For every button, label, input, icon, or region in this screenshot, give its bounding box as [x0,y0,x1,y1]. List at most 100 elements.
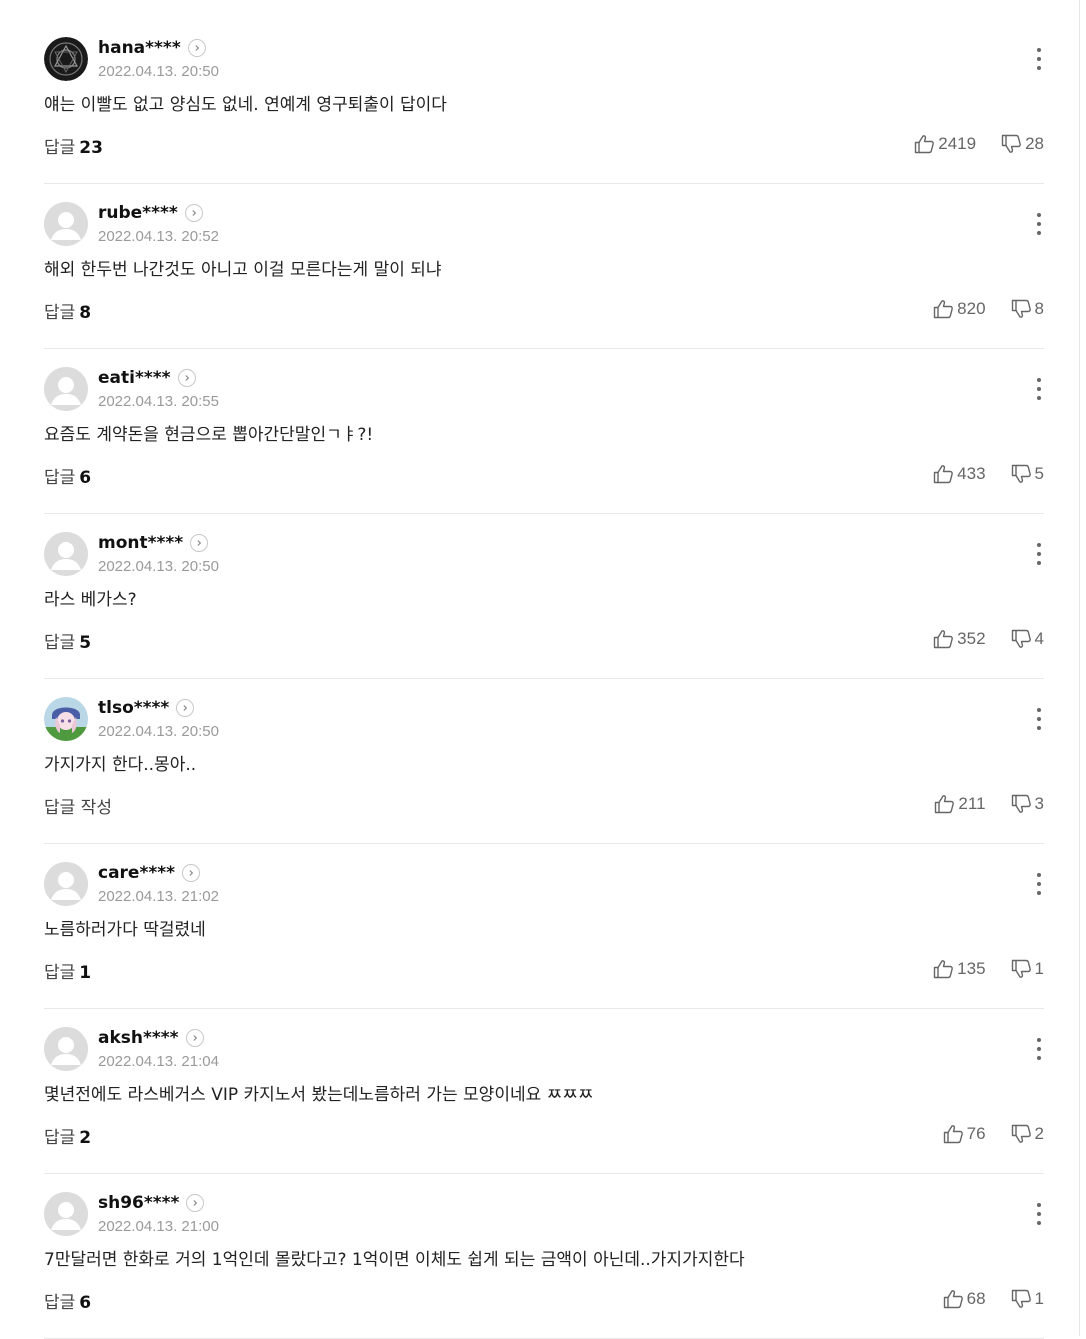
vote-group: 68 1 [943,1289,1044,1309]
dislike-button[interactable]: 5 [1011,464,1044,484]
like-button[interactable]: 135 [933,959,986,979]
more-vertical-icon[interactable] [1034,378,1044,400]
avatar[interactable] [44,1192,88,1236]
avatar[interactable] [44,1027,88,1071]
thumbs-down-icon [1001,134,1022,154]
avatar[interactable] [44,367,88,411]
like-count: 433 [957,464,986,483]
avatar[interactable] [44,202,88,246]
username[interactable]: aksh**** [98,1028,179,1048]
comment-item: rube**** 2022.04.13. 20:52 해외 한두번 나간것도 아… [44,185,1044,349]
more-vertical-icon[interactable] [1034,708,1044,730]
chevron-right-icon[interactable] [186,1194,205,1212]
reply-label: 답글 [44,468,76,488]
dislike-button[interactable]: 3 [1011,794,1044,814]
vote-group: 2419 28 [914,134,1044,154]
chevron-right-icon[interactable] [185,1029,204,1047]
reply-count: 2 [79,1128,92,1148]
dislike-button[interactable]: 1 [1011,959,1044,979]
reply-count: 23 [79,138,103,158]
like-button[interactable]: 211 [934,794,986,814]
username[interactable]: mont**** [98,533,183,553]
username[interactable]: rube**** [98,203,178,223]
vote-group: 135 1 [933,959,1044,979]
like-button[interactable]: 352 [933,629,986,649]
comment-text: 노름하러가다 딱걸렸네 [44,920,206,940]
more-vertical-icon[interactable] [1034,48,1044,70]
reply-button[interactable]: 답글 6 [44,463,91,488]
reply-button[interactable]: 답글 8 [44,298,91,323]
comment-item: hana**** 2022.04.13. 20:50 얘는 이빨도 없고 양심도… [44,20,1044,184]
comment-text: 가지가지 한다..몽아.. [44,755,197,775]
dislike-button[interactable]: 8 [1011,299,1044,319]
comment-timestamp: 2022.04.13. 20:55 [98,393,219,410]
username[interactable]: sh96**** [98,1193,179,1213]
dislike-button[interactable]: 1 [1011,1289,1044,1309]
reply-count: 5 [79,633,92,653]
reply-button[interactable]: 답글 작성 [44,793,116,818]
avatar[interactable] [44,697,88,741]
dislike-button[interactable]: 28 [1001,134,1044,154]
thumbs-up-icon [914,134,935,154]
username[interactable]: tlso**** [98,698,169,718]
reply-count: 1 [79,963,92,983]
reply-button[interactable]: 답글 6 [44,1288,91,1313]
chevron-right-icon[interactable] [190,534,209,552]
more-vertical-icon[interactable] [1034,1203,1044,1225]
comment-item: mont**** 2022.04.13. 20:50 라스 베가스? 답글 5 [44,515,1044,679]
like-button[interactable]: 433 [933,464,986,484]
chevron-right-icon[interactable] [182,864,201,882]
dislike-button[interactable]: 4 [1011,629,1044,649]
name-row: tlso**** [98,697,195,719]
username[interactable]: hana**** [98,38,181,58]
reply-label: 답글 [44,1128,76,1148]
more-vertical-icon[interactable] [1034,213,1044,235]
avatar[interactable] [44,532,88,576]
comment-timestamp: 2022.04.13. 20:50 [98,723,219,740]
thumbs-down-icon [1011,1289,1032,1309]
chevron-right-icon[interactable] [187,39,206,57]
name-row: care**** [98,862,201,884]
chevron-right-icon[interactable] [177,369,196,387]
thumbs-down-icon [1011,629,1032,649]
reply-button[interactable]: 답글 23 [44,133,103,158]
comment-timestamp: 2022.04.13. 21:02 [98,888,219,905]
reply-count: 6 [79,1293,92,1313]
more-vertical-icon[interactable] [1034,873,1044,895]
like-button[interactable]: 68 [943,1289,986,1309]
like-button[interactable]: 76 [943,1124,986,1144]
username[interactable]: eati**** [98,368,171,388]
thumbs-up-icon [934,794,955,814]
like-button[interactable]: 2419 [914,134,976,154]
default-avatar-icon [44,1027,88,1071]
thumbs-up-icon [943,1289,964,1309]
page-right-border [1079,0,1080,1336]
more-vertical-icon[interactable] [1034,543,1044,565]
comment-timestamp: 2022.04.13. 21:04 [98,1053,219,1070]
like-button[interactable]: 820 [933,299,986,319]
dislike-count: 1 [1034,1289,1044,1308]
reply-button[interactable]: 답글 2 [44,1123,91,1148]
more-vertical-icon[interactable] [1034,1038,1044,1060]
like-count: 2419 [938,134,977,153]
comment-text: 라스 베가스? [44,590,137,610]
reply-label: 답글 작성 [44,798,112,818]
comment-timestamp: 2022.04.13. 20:50 [98,63,219,80]
name-row: sh96**** [98,1192,205,1214]
username[interactable]: care**** [98,863,175,883]
reply-label: 답글 [44,963,76,983]
vote-group: 820 8 [933,299,1044,319]
vote-group: 211 3 [934,794,1044,814]
reply-button[interactable]: 답글 5 [44,628,91,653]
comment-item: eati**** 2022.04.13. 20:55 요즘도 계약돈을 현금으로… [44,350,1044,514]
reply-button[interactable]: 답글 1 [44,958,91,983]
chevron-right-icon[interactable] [184,204,203,222]
default-avatar-icon [44,367,88,411]
thumbs-up-icon [933,299,954,319]
avatar[interactable] [44,862,88,906]
avatar[interactable] [44,37,88,81]
chevron-right-icon[interactable] [176,699,195,717]
dislike-button[interactable]: 2 [1011,1124,1044,1144]
dislike-count: 8 [1034,299,1044,318]
default-avatar-icon [44,202,88,246]
